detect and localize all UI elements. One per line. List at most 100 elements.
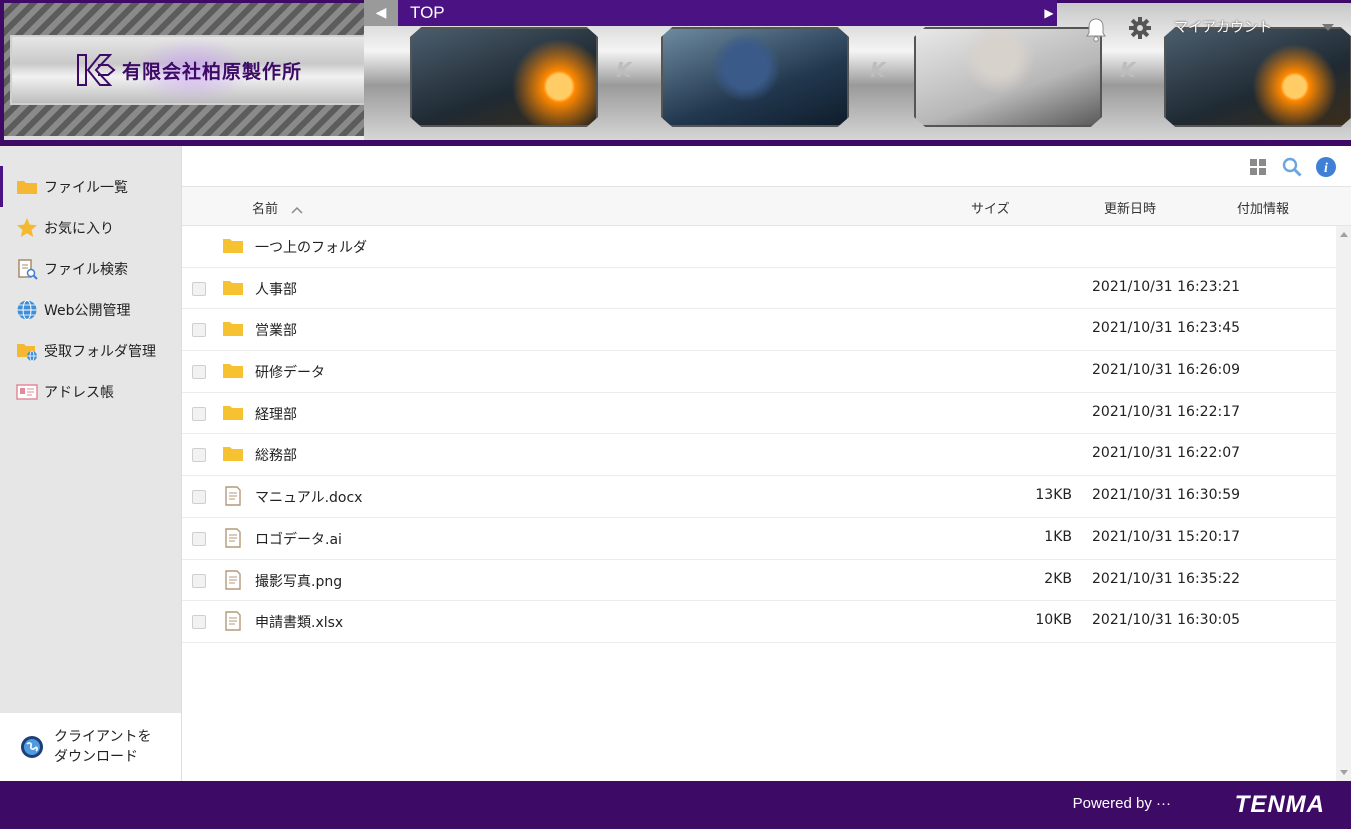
file-size: 2KB [1044,570,1072,587]
bell-icon[interactable] [1084,16,1108,42]
file-updated: 2021/10/31 16:23:21 [1092,278,1241,295]
column-name-header[interactable]: 名前 [252,198,304,217]
file-name: 経理部 [255,406,297,423]
sidebar-item-label: Web公開管理 [44,302,131,319]
powered-by-text: Powered by [1072,795,1152,812]
company-logo[interactable]: 有限会社柏原製作所 [10,35,368,105]
download-client-button[interactable]: クライアントを ダウンロード [0,713,181,781]
file-name: 総務部 [255,448,297,465]
sort-ascending-icon [291,206,303,214]
row-checkbox[interactable] [192,365,206,380]
column-name-label: 名前 [252,202,279,217]
file-updated: 2021/10/31 16:22:17 [1092,403,1241,420]
download-client-label: クライアントを ダウンロード [54,727,164,767]
table-row[interactable]: 研修データ 2021/10/31 16:26:09 [182,351,1336,393]
row-checkbox[interactable] [192,490,206,505]
sidebar-item-label: ファイル検索 [44,261,128,278]
globe-icon [17,299,37,320]
row-checkbox[interactable] [192,573,206,588]
file-updated: 2021/10/31 15:20:17 [1092,528,1241,545]
client-globe-icon [21,736,43,758]
table-row[interactable]: 撮影写真.png 2KB 2021/10/31 16:35:22 [182,560,1336,602]
document-icon [225,569,241,590]
folder-icon [223,280,243,295]
row-checkbox[interactable] [192,406,206,421]
file-updated: 2021/10/31 16:30:05 [1092,612,1241,629]
file-name: ロゴデータ.ai [255,531,342,548]
file-search-icon [18,258,38,280]
column-updated-header[interactable]: 更新日時 [1104,198,1156,217]
file-name: 人事部 [255,281,297,298]
row-checkbox[interactable] [192,281,206,296]
table-row[interactable]: ロゴデータ.ai 1KB 2021/10/31 15:20:17 [182,518,1336,560]
folder-icon [223,239,243,253]
search-icon[interactable] [1281,156,1303,178]
download-client-line-1: クライアントを [54,729,152,745]
back-arrow-icon[interactable]: ◀ [364,0,398,26]
breadcrumb-title[interactable]: TOP [398,0,1041,26]
file-size: 10KB [1035,612,1072,629]
folder-icon [223,322,243,337]
gear-icon[interactable] [1128,16,1152,40]
footer: Powered by ··· TENMA [0,781,1351,829]
star-icon [17,217,37,237]
row-checkbox[interactable] [192,323,206,338]
row-checkbox[interactable] [192,448,206,463]
sidebar-item-receive-folder[interactable]: 受取フォルダ管理 [0,330,181,371]
file-updated: 2021/10/31 16:35:22 [1092,570,1241,587]
folder-globe-icon [17,343,37,361]
folder-icon [223,447,243,462]
company-name: 有限会社柏原製作所 [121,60,302,83]
sidebar-item-file-search[interactable]: ファイル検索 [0,248,181,289]
forward-arrow-icon[interactable]: ▶ [1041,0,1057,26]
table-row[interactable]: 営業部 2021/10/31 16:23:45 [182,309,1336,352]
column-size-header[interactable]: サイズ [971,198,1010,217]
table-row[interactable]: マニュアル.docx 13KB 2021/10/31 16:30:59 [182,476,1336,518]
mini-logo-icon: K [870,58,886,82]
tenma-logo[interactable]: TENMA [1235,791,1325,819]
banner-photo-technician [914,27,1102,127]
chevron-down-icon[interactable] [1322,24,1334,31]
sidebar-item-address-book[interactable]: アドレス帳 [0,371,181,412]
table-row[interactable]: 人事部 2021/10/31 16:23:21 [182,268,1336,310]
sidebar-item-favorites[interactable]: お気に入り [0,207,181,248]
vertical-scrollbar[interactable] [1336,226,1351,781]
table-row[interactable]: 申請書類.xlsx 10KB 2021/10/31 16:30:05 [182,601,1336,643]
banner-photo-welding-2 [1164,27,1351,127]
file-list: 一つ上のフォルダ 人事部 2021/10/31 16:23:21 営業部 202… [182,226,1336,643]
banner-photo-worker [661,27,849,127]
powered-by-label: Powered by ··· [1072,795,1171,812]
file-list-panel: i 名前 サイズ 更新日時 付加情報 一つ上のフォルダ 人事部 2021/10/… [182,146,1351,781]
banner-photo-welding [410,27,598,127]
document-icon [225,528,241,548]
folder-icon [17,180,37,194]
document-icon [225,486,241,506]
breadcrumb: ◀ TOP ▶ [364,0,1057,26]
header-banner: 有限会社柏原製作所 K K K ◀ TOP ▶ マイアカウント [0,0,1351,146]
file-size: 1KB [1044,528,1072,545]
file-name: 撮影写真.png [255,573,343,590]
sidebar-item-web-publish[interactable]: Web公開管理 [0,289,181,330]
file-updated: 2021/10/31 16:22:07 [1092,445,1241,462]
download-client-line-2: ダウンロード [54,749,138,765]
svg-text:i: i [1324,161,1328,176]
row-checkbox[interactable] [192,615,206,630]
table-row[interactable]: 経理部 2021/10/31 16:22:17 [182,393,1336,435]
my-account-menu[interactable]: マイアカウント [1174,17,1272,37]
table-row[interactable]: 総務部 2021/10/31 16:22:07 [182,434,1336,477]
document-icon [225,611,241,631]
sidebar-item-label: 受取フォルダ管理 [44,343,156,360]
parent-folder-label: 一つ上のフォルダ [255,240,367,256]
sidebar-item-label: ファイル一覧 [44,179,128,196]
row-checkbox[interactable] [192,531,206,546]
file-name: 営業部 [255,323,297,340]
file-size: 13KB [1035,487,1072,504]
grid-view-icon[interactable] [1247,156,1269,178]
mini-logo-icon: K [1120,58,1136,82]
sidebar-item-file-list[interactable]: ファイル一覧 [0,166,181,207]
scroll-up-icon[interactable] [1340,232,1348,237]
info-icon[interactable]: i [1315,156,1337,178]
column-extra-header[interactable]: 付加情報 [1237,198,1289,217]
parent-folder-row[interactable]: 一つ上のフォルダ [182,226,1336,268]
scroll-down-icon[interactable] [1340,770,1348,775]
